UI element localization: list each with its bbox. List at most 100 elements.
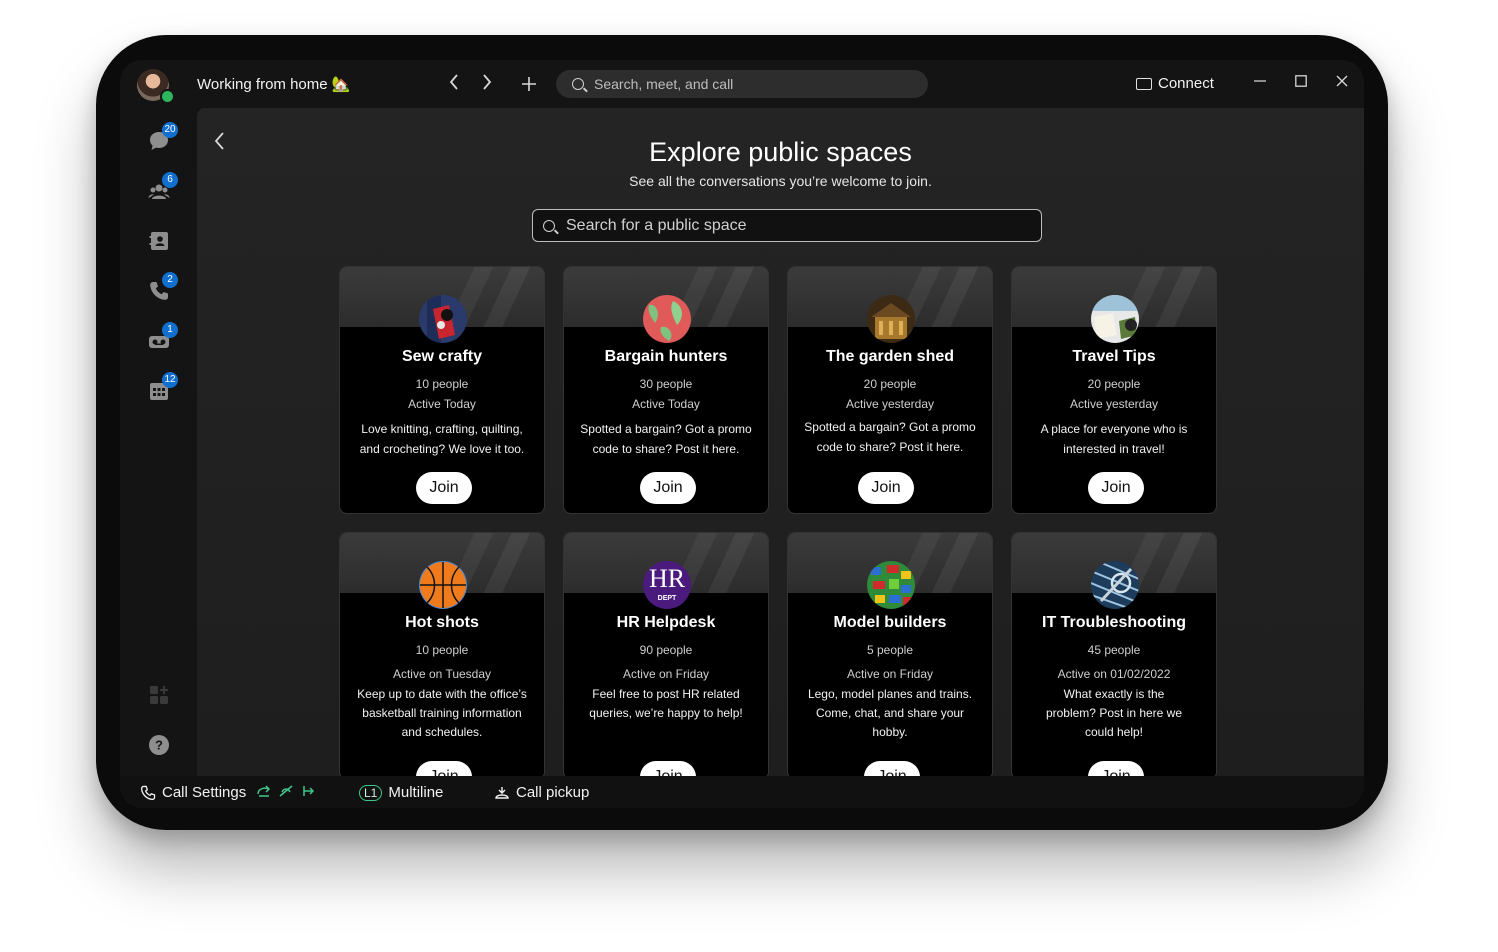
space-name: Hot shots [405,614,479,631]
space-activity: Active Today [408,397,476,411]
rail-voicemail[interactable]: 1 [148,322,178,354]
call-pickup-button[interactable]: Call pickup [494,784,589,801]
voicemail-badge: 1 [162,322,178,338]
connect-label: Connect [1158,75,1214,92]
space-description: What exactly is the problem? Post in her… [1045,687,1183,739]
teams-badge: 6 [162,172,178,188]
app-window: Working from home 🏡 Connect [120,60,1364,808]
space-people-count: 5 people [866,643,914,657]
multiline-label: Multiline [388,784,444,801]
join-button[interactable]: Join [1088,472,1144,504]
space-description: Spotted a bargain? Got a promo code to s… [804,420,976,454]
page-title: Explore public spaces [649,137,912,167]
join-button[interactable]: Join [864,761,920,776]
back-arrow-icon[interactable] [446,73,462,95]
svg-text:?: ? [155,738,163,753]
phone-settings-icon [140,785,156,800]
space-description: A place for everyone who is interested i… [1040,422,1188,456]
space-activity: Active Today [632,397,700,411]
call-pickup-label: Call pickup [516,784,590,801]
space-card-travel-tips[interactable]: Travel Tips 20 people Active yesterday A… [1011,266,1217,514]
call-forward-icon[interactable] [256,784,272,801]
meetings-badge: 12 [162,372,178,388]
maximize-icon[interactable] [1295,74,1307,93]
space-avatar [867,295,915,343]
space-description: Spotted a bargain? Got a promo code to s… [580,422,752,456]
space-search-input[interactable] [564,215,1008,236]
global-search-input[interactable] [592,75,896,93]
space-people-count: 20 people [863,377,917,391]
space-card-bargain-hunters[interactable]: Bargain hunters 30 people Active Today S… [563,266,769,514]
join-button[interactable]: Join [640,761,696,776]
connect-button[interactable]: Connect [1136,75,1214,92]
space-avatar [1091,295,1139,343]
space-activity: Active on Friday [846,667,934,681]
space-activity: Active on Tuesday [392,667,492,681]
space-name: Model builders [833,614,947,631]
call-transfer-icon[interactable] [300,784,316,801]
space-card-hr-helpdesk[interactable]: HR DEPT HR Helpdesk 90 people Active on … [563,532,769,776]
rail-apps[interactable] [148,684,172,708]
call-pickup-icon [495,786,509,799]
space-card-sew-crafty[interactable]: Sew crafty 10 people Active Today Love k… [339,266,545,514]
space-name: Sew crafty [401,348,483,365]
apps-grid-icon [150,686,168,704]
call-settings-label: Call Settings [162,784,247,801]
space-description: Lego, model planes and trains. Come, cha… [807,687,973,739]
rail-messaging[interactable]: 20 [148,122,178,154]
messaging-badge: 20 [162,122,178,138]
rail-calling[interactable]: 2 [148,272,178,304]
presence-indicator [160,89,175,104]
help-icon: ? [149,735,169,755]
space-name: IT Troubleshooting [1042,614,1186,631]
line-badge: L1 [359,784,383,801]
bottom-bar: Call Settings L1 Multiline Call pickup [120,776,1364,808]
multiline-button[interactable]: L1 Multiline [359,784,443,801]
space-avatar [419,295,467,343]
space-activity: Active yesterday [845,397,935,411]
top-bar: Working from home 🏡 Connect [120,60,1364,108]
space-people-count: 45 people [1087,643,1141,657]
space-people-count: 10 people [415,377,469,391]
rail-contacts[interactable] [148,230,172,254]
join-button[interactable]: Join [416,472,472,504]
explore-spaces-panel: Explore public spaces See all the conver… [197,108,1364,776]
space-people-count: 30 people [639,377,693,391]
rail-help[interactable]: ? [148,734,172,758]
search-icon [572,78,584,90]
hr-logo: HR DEPT [643,561,691,609]
global-search[interactable] [556,70,928,98]
join-button[interactable]: Join [1088,761,1144,776]
space-name: HR Helpdesk [616,614,716,631]
space-activity: Active yesterday [1069,397,1159,411]
hr-logo-text: HR [648,564,686,593]
minimize-icon[interactable] [1254,74,1266,93]
space-card-hot-shots[interactable]: Hot shots 10 people Active on Tuesday Ke… [339,532,545,776]
call-settings-button[interactable]: Call Settings [140,784,316,801]
space-description: Feel free to post HR related queries, we… [589,687,743,720]
join-button[interactable]: Join [858,472,914,504]
space-avatar [419,561,467,609]
rail-teams[interactable]: 6 [148,172,178,204]
left-rail: 20 6 2 1 12 ? [120,108,197,788]
status-message[interactable]: Working from home 🏡 [197,75,350,93]
space-card-it-troubleshooting[interactable]: IT Troubleshooting 45 people Active on 0… [1011,532,1217,776]
space-name: Travel Tips [1072,348,1156,365]
plus-icon[interactable] [520,75,538,95]
forward-arrow-icon[interactable] [479,73,495,95]
space-avatar [1091,561,1139,609]
space-activity: Active on 01/02/2022 [1057,667,1171,681]
do-not-disturb-icon[interactable] [278,784,294,801]
space-description: Keep up to date with the office’s basket… [357,687,527,739]
join-button[interactable]: Join [416,761,472,776]
space-avatar [643,295,691,343]
space-card-model-builders[interactable]: Model builders 5 people Active on Friday… [787,532,993,776]
join-button[interactable]: Join [640,472,696,504]
space-description: Love knitting, crafting, quilting, and c… [359,422,525,456]
space-search[interactable] [532,209,1042,242]
rail-meetings[interactable]: 12 [148,372,178,404]
space-avatar [867,561,915,609]
space-card-garden-shed[interactable]: The garden shed 20 people Active yesterd… [787,266,993,514]
close-icon[interactable] [1336,74,1348,93]
search-icon [543,219,555,232]
